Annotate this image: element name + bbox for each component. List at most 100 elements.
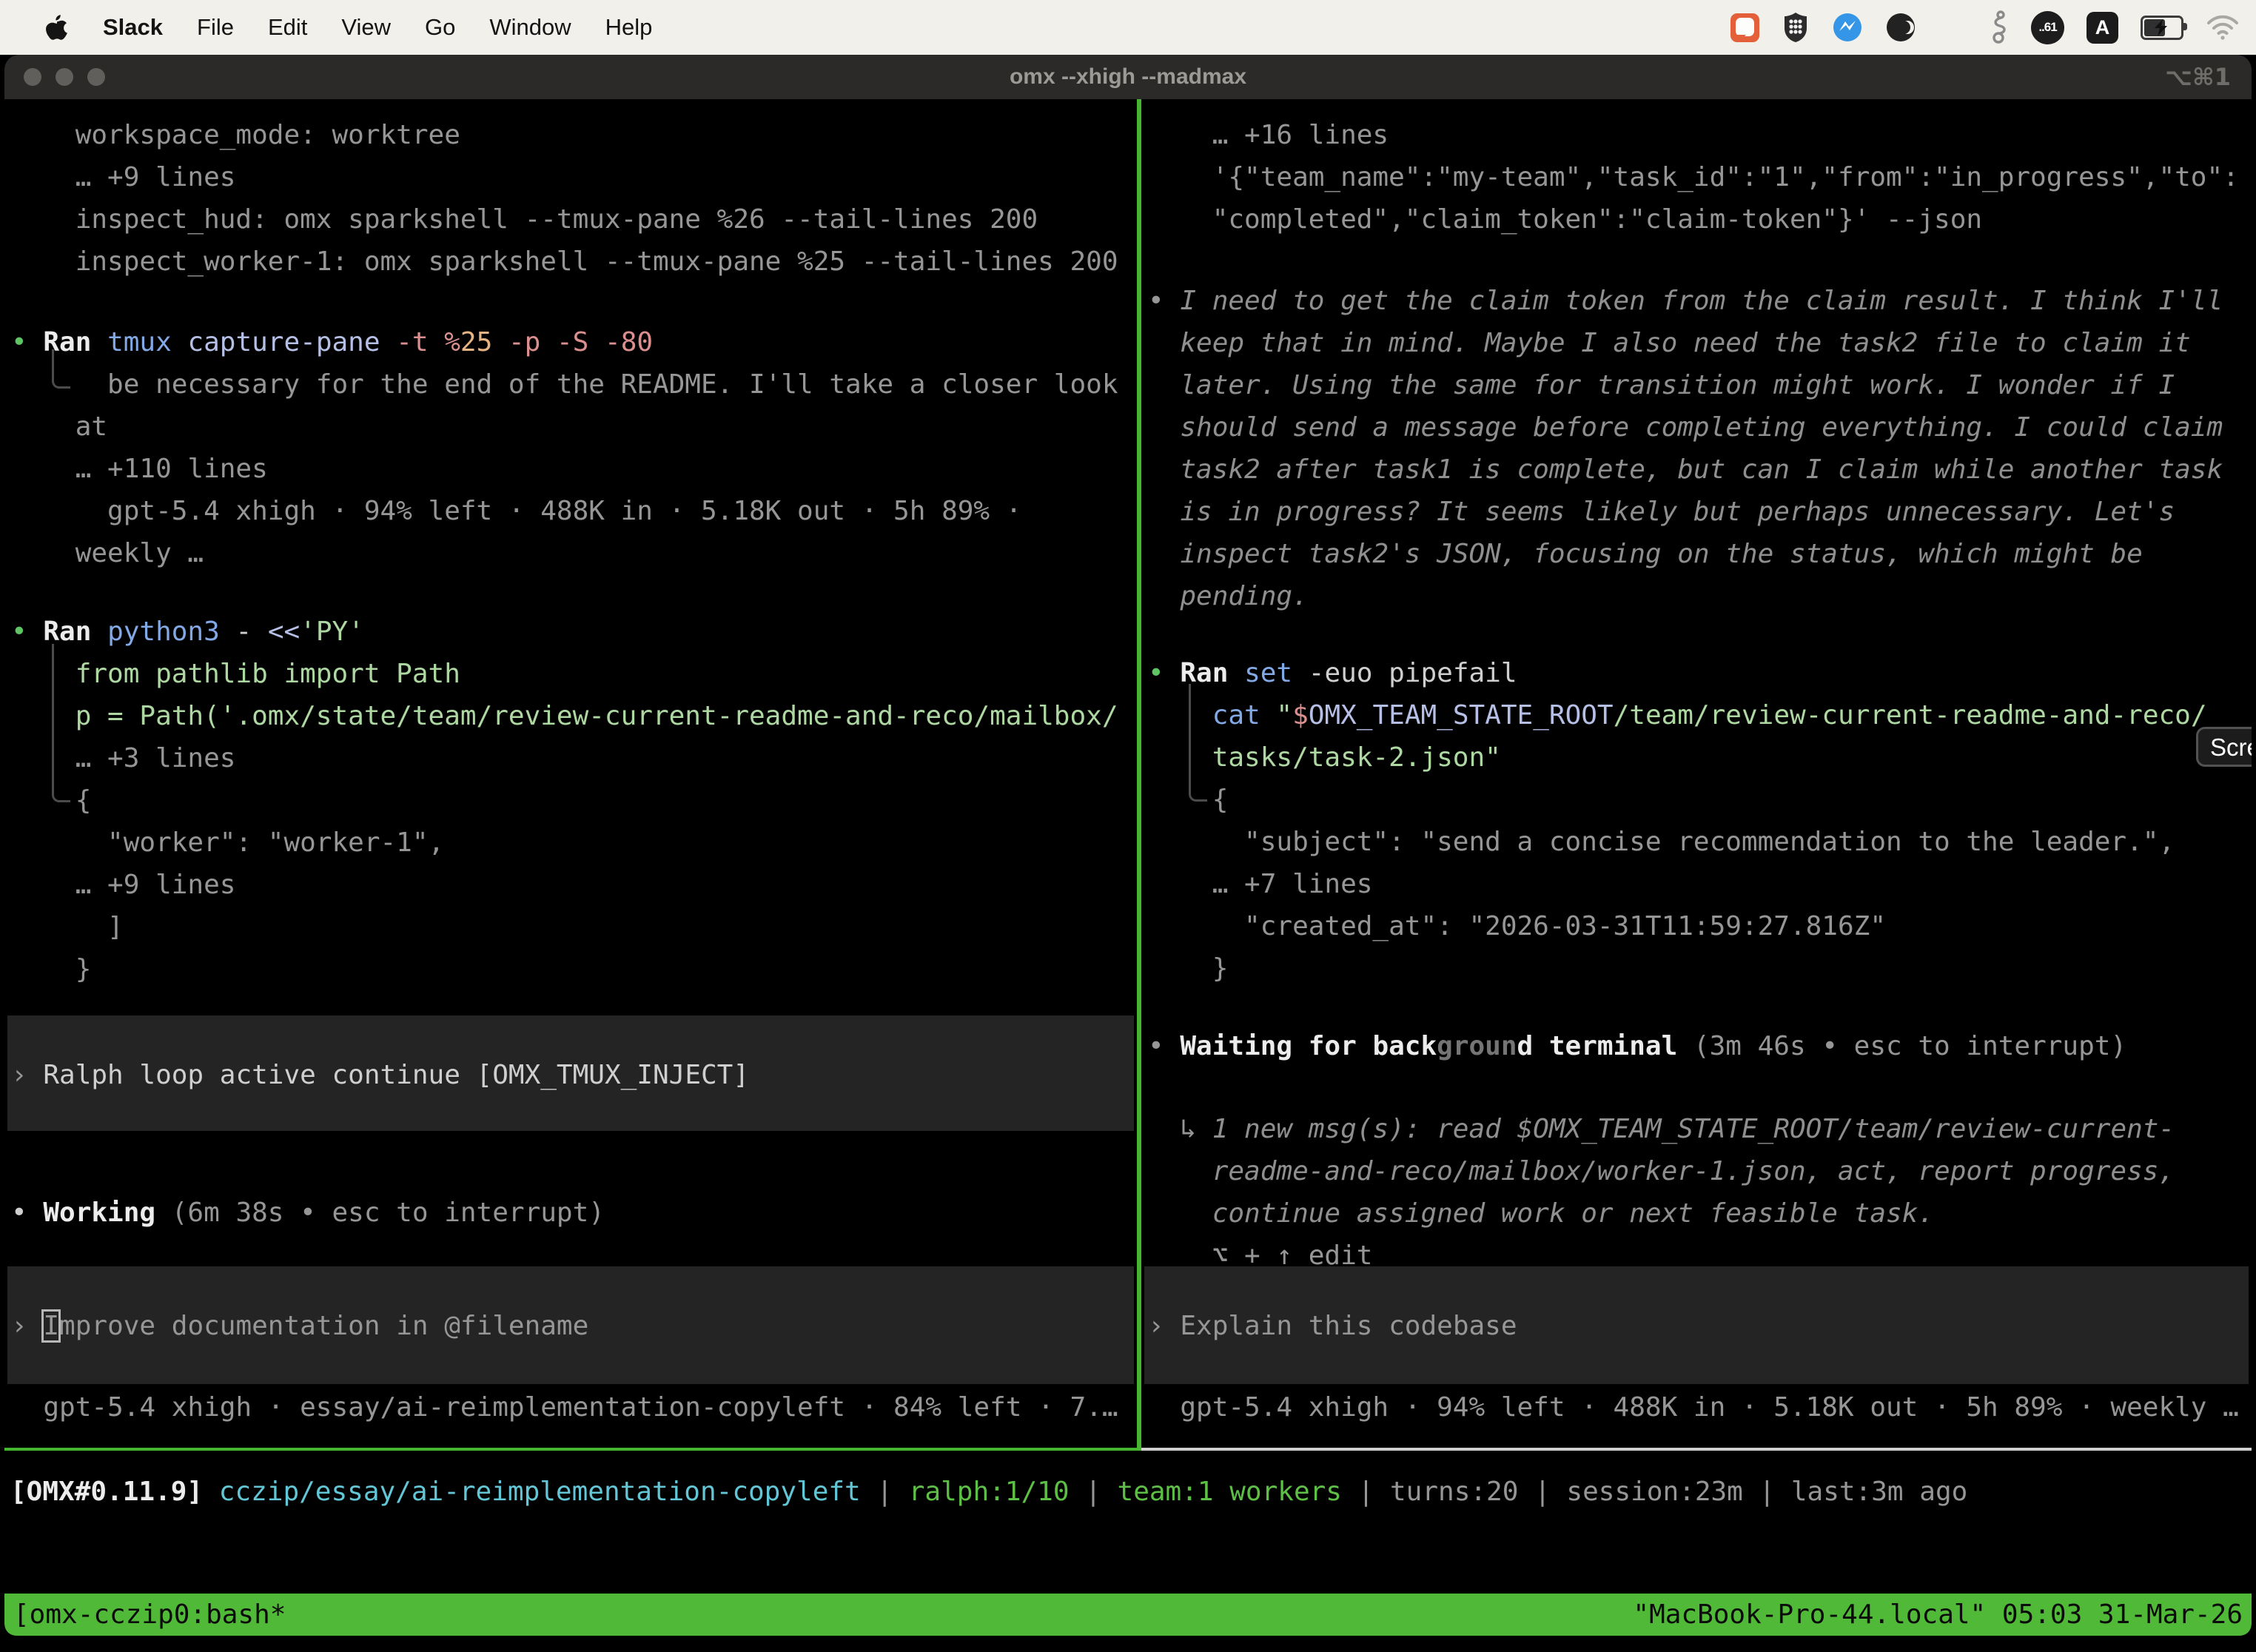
terminal-line: [OMX#0.11.9] cczip/essay/ai-reimplementa… xyxy=(10,1471,1967,1513)
apple-menu-icon[interactable] xyxy=(28,14,86,41)
config-tail-output: workspace_mode: worktree … +9 lines insp… xyxy=(11,114,1137,283)
terminal-line: from pathlib import Path xyxy=(11,653,1137,695)
terminal-content: workspace_mode: worktree … +9 lines insp… xyxy=(4,99,2252,1637)
text-run: | xyxy=(1518,1477,1566,1507)
terminal-line: › Ralph loop active continue [OMX_TMUX_I… xyxy=(11,1054,1134,1096)
text-run: (3m 46s • esc to interrupt) xyxy=(1693,1031,2126,1061)
ralph-loop-bar: › Ralph loop active continue [OMX_TMUX_I… xyxy=(7,1015,1134,1131)
text-run: p = Path('.omx/state/team/review-current… xyxy=(11,701,1118,731)
shield-icon[interactable] xyxy=(1782,11,1810,44)
menu-go[interactable]: Go xyxy=(408,14,472,41)
text-run: I xyxy=(43,1311,59,1341)
menu-help[interactable]: Help xyxy=(588,14,670,41)
pane-right[interactable]: … +16 lines '{"team_name":"my-team","tas… xyxy=(1141,99,2252,1448)
text-run: python3 xyxy=(107,617,235,647)
text-run: gpt-5.4 xhigh · 94% left · 488K in · 5.1… xyxy=(1148,1392,2239,1423)
text-run: ] xyxy=(11,912,124,942)
text-run: should send a message before completing … xyxy=(1148,412,2223,443)
text-run: [OMX#0.11.9] xyxy=(10,1477,219,1507)
prompt-input-right[interactable]: › Explain this codebase xyxy=(1144,1266,2249,1384)
terminal-line: inspect_hud: omx sparkshell --tmux-pane … xyxy=(11,198,1137,241)
text-run: -t xyxy=(396,327,444,357)
text-run: -p xyxy=(508,327,557,357)
pane-bottom-border-left xyxy=(4,1448,1141,1451)
crescent-circle-icon[interactable] xyxy=(1885,12,1916,43)
text-run: Ralph loop active continue [OMX_TMUX_INJ… xyxy=(43,1060,749,1090)
terminal-line: later. Using the same for transition mig… xyxy=(1148,364,2252,406)
text-run: gpt-5.4 xhigh · essay/ai-reimplementatio… xyxy=(11,1392,1118,1423)
terminal-line: { xyxy=(11,779,1137,822)
text-run: pending. xyxy=(1148,581,1309,611)
hook-squiggle-icon[interactable] xyxy=(1990,10,2009,44)
text-run: › xyxy=(11,1060,43,1090)
terminal-line: at xyxy=(11,406,1137,448)
terminal-line: continue assigned work or next feasible … xyxy=(1148,1192,2252,1235)
text-run: › xyxy=(1148,1311,1180,1341)
menu-view[interactable]: View xyxy=(324,14,408,41)
text-run: << xyxy=(268,617,300,647)
text-run: later. Using the same for transition mig… xyxy=(1148,370,2175,400)
terminal-line: } xyxy=(11,948,1137,990)
text-run: } xyxy=(1148,953,1228,984)
terminal-line: … +110 lines xyxy=(11,448,1137,490)
text-run: continue assigned work or next feasible … xyxy=(1148,1198,1934,1229)
menu-app-name[interactable]: Slack xyxy=(86,14,180,41)
messenger-bolt-icon[interactable] xyxy=(1832,12,1863,43)
dots-grid-icon[interactable] xyxy=(1938,13,1967,42)
text-run: 1 new msg(s): read $OMX_TEAM_STATE_ROOT/… xyxy=(1212,1114,2175,1144)
window-title: omx --xhigh --madmax xyxy=(4,55,2252,99)
menu-file[interactable]: File xyxy=(180,14,251,41)
text-run: › xyxy=(11,1311,43,1341)
window-shortcut-badge: ⌥⌘1 xyxy=(2165,55,2231,99)
text-run: "completed","claim_token":"claim-token"}… xyxy=(1148,204,1982,235)
text-run: … +9 lines xyxy=(11,870,235,900)
terminal-line: • Ran set -euo pipefail xyxy=(1148,652,2252,694)
terminal-line: be necessary for the end of the README. … xyxy=(11,363,1137,406)
terminal-line: › Improve documentation in @filename xyxy=(11,1305,1134,1347)
output-connector xyxy=(1189,684,1207,802)
text-run: • xyxy=(1148,286,1180,316)
text-run: % xyxy=(444,327,460,357)
terminal-window: omx --xhigh --madmax ⌥⌘1 workspace_mode:… xyxy=(4,55,2252,1637)
terminal-line: • Ran tmux capture-pane -t %25 -p -S -80 xyxy=(11,321,1137,363)
text-run: $ xyxy=(1292,700,1309,731)
chat-bubble-status-icon[interactable] xyxy=(1730,13,1759,42)
terminal-line: … +16 lines xyxy=(1148,114,2252,156)
terminal-line: pending. xyxy=(1148,575,2252,617)
text-run: | xyxy=(1342,1477,1390,1507)
percent-badge[interactable]: ..61 xyxy=(2031,11,2064,44)
text-run: inspect task2's JSON, focusing on the st… xyxy=(1148,539,2143,569)
prompt-input-left[interactable]: › Improve documentation in @filename xyxy=(7,1266,1134,1384)
terminal-line: inspect task2's JSON, focusing on the st… xyxy=(1148,533,2252,575)
terminal-line: cat "$OMX_TEAM_STATE_ROOT/team/review-cu… xyxy=(1148,694,2252,736)
text-run: inspect_worker-1: omx sparkshell --tmux-… xyxy=(11,246,1118,277)
text-run: d terminal xyxy=(1517,1031,1693,1061)
pane-left[interactable]: workspace_mode: worktree … +9 lines insp… xyxy=(4,99,1137,1448)
text-run: be necessary for the end of the README. … xyxy=(11,369,1118,400)
screen-tooltip: Scre xyxy=(2196,727,2252,767)
session-status-left: gpt-5.4 xhigh · essay/ai-reimplementatio… xyxy=(11,1386,1137,1428)
terminal-line: weekly … xyxy=(11,532,1137,574)
text-run: capture-pane xyxy=(187,327,396,357)
text-run: task2 after task1 is complete, but can I… xyxy=(1148,454,2223,485)
menu-edit[interactable]: Edit xyxy=(251,14,324,41)
menu-window[interactable]: Window xyxy=(472,14,588,41)
text-run: turns:20 xyxy=(1390,1477,1518,1507)
battery-icon[interactable] xyxy=(2141,16,2183,40)
ralph-loop-line: › Ralph loop active continue [OMX_TMUX_I… xyxy=(7,1015,1134,1096)
wifi-icon[interactable] xyxy=(2206,14,2240,41)
terminal-line: keep that in mind. Maybe I also need the… xyxy=(1148,322,2252,364)
terminal-line: inspect_worker-1: omx sparkshell --tmux-… xyxy=(11,241,1137,283)
omx-status-line: [OMX#0.11.9] cczip/essay/ai-reimplementa… xyxy=(10,1471,1967,1513)
input-source-badge[interactable]: A xyxy=(2087,12,2118,44)
terminal-line: … +9 lines xyxy=(11,156,1137,198)
text-run: -S xyxy=(557,327,605,357)
window-titlebar[interactable]: omx --xhigh --madmax ⌥⌘1 xyxy=(4,55,2252,99)
text-run: | xyxy=(1743,1477,1791,1507)
text-run: groun xyxy=(1437,1031,1517,1061)
desktop: Slack File Edit View Go Window Help xyxy=(0,0,2256,1652)
text-run: weekly … xyxy=(11,538,204,568)
text-run: | xyxy=(1070,1477,1118,1507)
text-run: (6m 38s • esc to interrupt) xyxy=(172,1198,605,1228)
text-run: • xyxy=(11,327,43,357)
